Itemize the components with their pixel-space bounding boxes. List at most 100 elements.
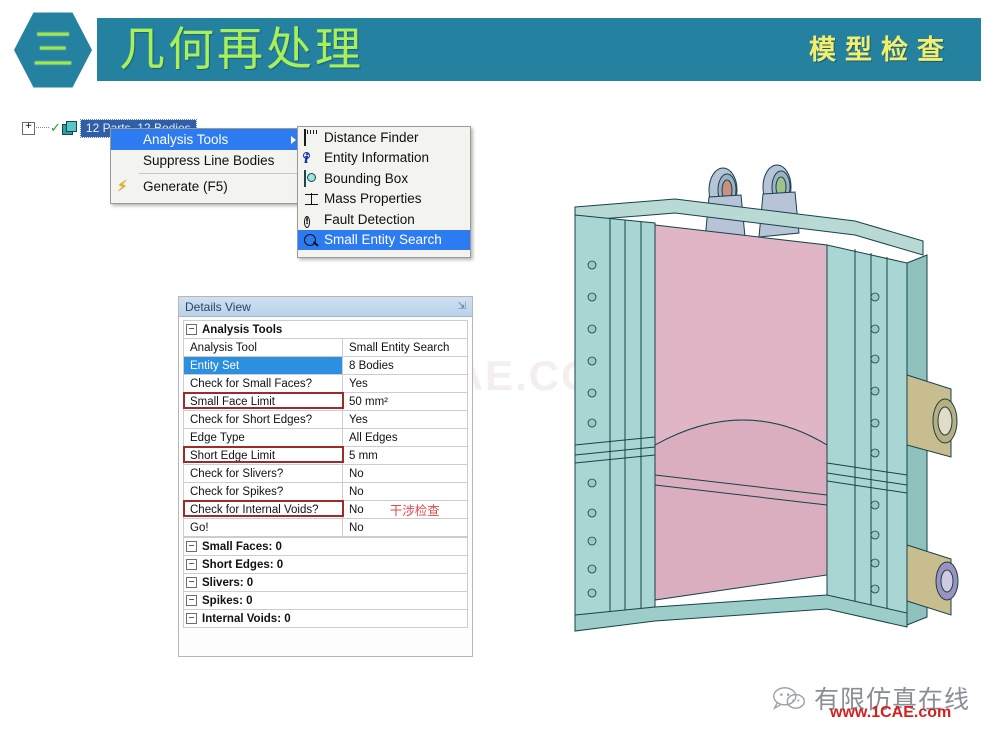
result-group-label: Internal Voids: 0 xyxy=(202,612,291,625)
details-row-label: Small Face Limit xyxy=(184,393,343,410)
submenu-item-fault-detection[interactable]: ! Fault Detection xyxy=(298,209,470,230)
warning-circle-icon: ! xyxy=(304,216,311,228)
details-row[interactable]: Check for Short Edges? Yes xyxy=(183,411,468,429)
analysis-tools-submenu[interactable]: Distance Finder i Entity Information Bou… xyxy=(297,126,471,258)
details-row[interactable]: Entity Set 8 Bodies xyxy=(183,357,468,375)
menu-item-label: Generate (F5) xyxy=(143,179,228,194)
menu-item-suppress-line-bodies[interactable]: Suppress Line Bodies xyxy=(111,150,303,171)
details-row-value[interactable]: 5 mm xyxy=(343,447,467,464)
annotation-note: 干涉检查 xyxy=(389,503,440,518)
details-row[interactable]: Short Edge Limit 5 mm xyxy=(183,446,468,465)
page-header: 三 几何再处理 模型检查 xyxy=(0,0,1000,100)
details-row-label: Check for Internal Voids? xyxy=(184,501,343,518)
details-row-value-text: No xyxy=(349,503,364,516)
details-row-label: Check for Slivers? xyxy=(184,465,343,482)
menu-item-label: Suppress Line Bodies xyxy=(143,153,275,168)
details-view-panel: Details View ⇲ − Analysis Tools Analysis… xyxy=(178,296,473,657)
details-row-label: Check for Small Faces? xyxy=(184,375,343,392)
details-row[interactable]: Check for Slivers? No xyxy=(183,465,468,483)
details-row-value-text: No xyxy=(349,485,364,498)
details-result-group[interactable]: − Spikes: 0 xyxy=(183,592,468,610)
menu-item-generate[interactable]: ⚡ Generate (F5) xyxy=(111,176,303,197)
details-result-group[interactable]: − Small Faces: 0 xyxy=(183,537,468,556)
details-row-value-text: All Edges xyxy=(349,431,398,444)
collapse-icon[interactable]: − xyxy=(186,595,197,606)
submenu-item-label: Mass Properties xyxy=(324,191,422,207)
details-row-value-text: 50 mm² xyxy=(349,395,388,408)
details-row[interactable]: Small Face Limit 50 mm² xyxy=(183,392,468,411)
details-row-value[interactable]: No 干涉检查 xyxy=(343,501,467,518)
collapse-icon[interactable]: − xyxy=(186,559,197,570)
details-view-title-bar: Details View ⇲ xyxy=(179,297,472,317)
collapse-icon[interactable]: − xyxy=(186,577,197,588)
submenu-item-small-entity-search[interactable]: Small Entity Search xyxy=(298,229,470,250)
details-row-label: Short Edge Limit xyxy=(184,447,343,464)
ruler-icon xyxy=(304,129,306,146)
info-icon: i xyxy=(304,151,309,167)
details-row-label: Check for Spikes? xyxy=(184,483,343,500)
details-row[interactable]: Analysis Tool Small Entity Search xyxy=(183,339,468,357)
details-row-label: Edge Type xyxy=(184,429,343,446)
tree-connector xyxy=(36,127,49,129)
submenu-item-label: Bounding Box xyxy=(324,170,409,186)
details-row-label: Check for Short Edges? xyxy=(184,411,343,428)
details-view-title: Details View xyxy=(185,299,251,314)
details-row-label: Entity Set xyxy=(184,357,343,374)
context-menu[interactable]: Analysis Tools Suppress Line Bodies ⚡ Ge… xyxy=(110,128,304,204)
submenu-item-label: Entity Information xyxy=(324,150,430,166)
collapse-icon[interactable]: − xyxy=(186,541,197,552)
cad-model-viewport[interactable] xyxy=(555,145,975,665)
menu-separator xyxy=(139,173,299,174)
lightning-icon: ⚡ xyxy=(117,177,128,195)
details-property-rows: Analysis Tool Small Entity Search Entity S… xyxy=(183,339,468,537)
submenu-item-label: Distance Finder xyxy=(324,129,419,145)
details-row-label: Go! xyxy=(184,519,343,536)
details-row-value[interactable]: No xyxy=(343,483,467,500)
menu-item-label: Analysis Tools xyxy=(143,132,229,147)
details-row-value[interactable]: No xyxy=(343,465,467,482)
submenu-item-bounding-box[interactable]: Bounding Box xyxy=(298,168,470,189)
details-row-value-text: 8 Bodies xyxy=(349,359,394,372)
details-row[interactable]: Check for Spikes? No xyxy=(183,483,468,501)
tree-expander[interactable]: + xyxy=(22,121,35,135)
details-row-value-text: Yes xyxy=(349,377,368,390)
check-icon: ✓ xyxy=(50,120,61,136)
details-row[interactable]: Check for Small Faces? Yes xyxy=(183,375,468,393)
details-row[interactable]: Go! No xyxy=(183,519,468,537)
details-row-value[interactable]: Small Entity Search xyxy=(343,339,467,356)
result-group-label: Short Edges: 0 xyxy=(202,558,284,571)
details-row-value-text: Yes xyxy=(349,413,368,426)
menu-item-analysis-tools[interactable]: Analysis Tools xyxy=(111,129,303,150)
details-result-group[interactable]: − Slivers: 0 xyxy=(183,574,468,592)
footer-url: www.1CAE.com xyxy=(830,704,952,721)
submenu-arrow-icon xyxy=(291,136,296,144)
submenu-item-label: Small Entity Search xyxy=(324,232,442,248)
details-row-value[interactable]: 8 Bodies xyxy=(343,357,467,374)
details-row-value-text: No xyxy=(349,521,364,534)
pin-icon[interactable]: ⇲ xyxy=(458,301,466,312)
details-result-group[interactable]: − Internal Voids: 0 xyxy=(183,610,468,628)
details-row-value[interactable]: 50 mm² xyxy=(343,393,467,410)
details-row-value-text: No xyxy=(349,467,364,480)
details-result-group[interactable]: − Short Edges: 0 xyxy=(183,556,468,574)
details-row[interactable]: Check for Internal Voids? No 干涉检查 xyxy=(183,500,468,519)
result-group-label: Spikes: 0 xyxy=(202,594,253,607)
section-number: 三 xyxy=(31,25,74,74)
collapse-icon[interactable]: − xyxy=(186,613,197,624)
submenu-item-mass-properties[interactable]: Mass Properties xyxy=(298,189,470,210)
details-group-header[interactable]: − Analysis Tools xyxy=(183,320,468,339)
collapse-icon[interactable]: − xyxy=(186,324,197,335)
details-row-value[interactable]: Yes xyxy=(343,411,467,428)
submenu-item-entity-information[interactable]: i Entity Information xyxy=(298,148,470,169)
submenu-item-distance-finder[interactable]: Distance Finder xyxy=(298,127,470,148)
details-row-value[interactable]: Yes xyxy=(343,375,467,392)
result-group-label: Small Faces: 0 xyxy=(202,540,282,553)
footer-watermark: 有限仿真在线 www.1CAE.com xyxy=(768,678,988,724)
details-row[interactable]: Edge Type All Edges xyxy=(183,429,468,447)
section-hexagon: 三 xyxy=(14,11,92,89)
group-label: Analysis Tools xyxy=(202,323,283,336)
details-row-value-text: Small Entity Search xyxy=(349,341,450,354)
details-row-value[interactable]: All Edges xyxy=(343,429,467,446)
page-title: 几何再处理 xyxy=(119,22,364,76)
details-row-value[interactable]: No xyxy=(343,519,467,536)
